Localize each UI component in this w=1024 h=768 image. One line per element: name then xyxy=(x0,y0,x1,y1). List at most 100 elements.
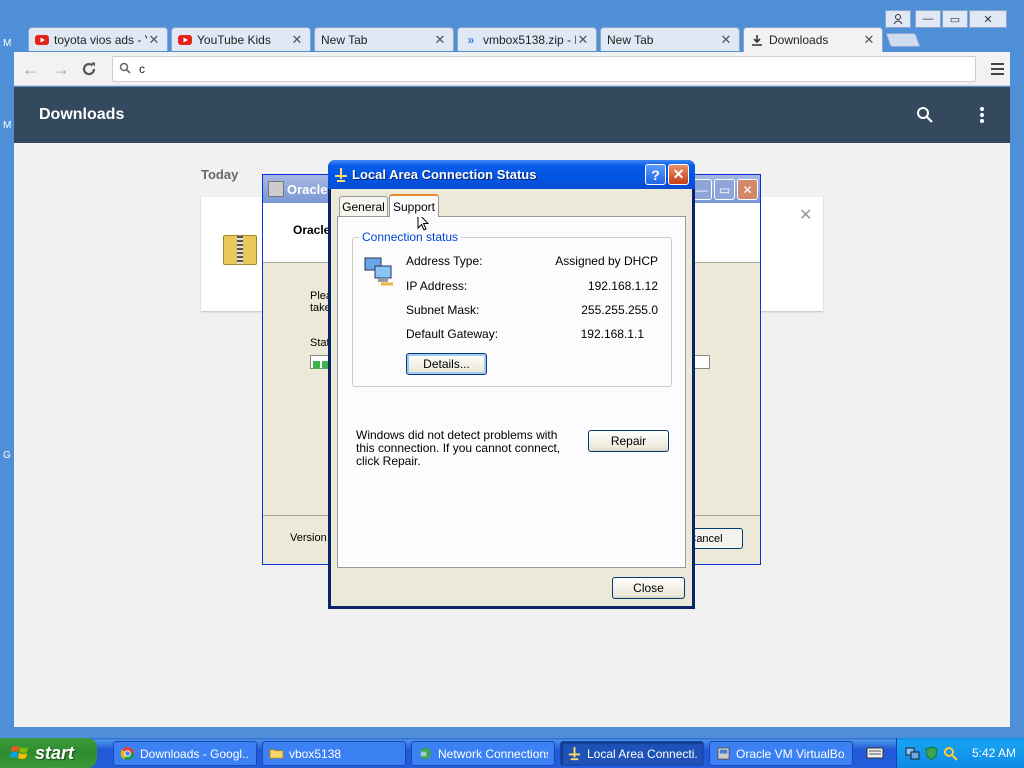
chrome-menu-button[interactable] xyxy=(986,59,1008,79)
group-label: Connection status xyxy=(359,230,462,244)
taskbar: start Downloads - Googl... vbox5138 Netw… xyxy=(0,738,1024,768)
tab-title: Downloads xyxy=(769,33,829,47)
tab-title: New Tab xyxy=(607,32,654,47)
close-button[interactable]: ✕ xyxy=(668,164,689,185)
diagnostic-message: Windows did not detect problems with thi… xyxy=(356,428,561,468)
taskbar-item-chrome[interactable]: Downloads - Googl... xyxy=(113,741,257,766)
row-value: 192.168.1.1 xyxy=(580,327,644,341)
row-value: 255.255.255.0 xyxy=(581,303,658,317)
back-button[interactable]: ← xyxy=(20,58,42,80)
chrome-icon xyxy=(120,746,135,761)
close-dialog-button[interactable]: Close xyxy=(612,577,685,599)
taskbar-item-vbox-folder[interactable]: vbox5138 xyxy=(262,741,406,766)
browser-toolbar: ← → c xyxy=(14,52,1010,86)
close-button[interactable]: ✕ xyxy=(737,179,758,200)
search-tray-icon[interactable] xyxy=(943,746,958,761)
remove-download-icon[interactable]: ✕ xyxy=(799,205,812,225)
row-label: Default Gateway: xyxy=(406,327,499,341)
lan-icon xyxy=(568,746,581,761)
omnibox-text[interactable]: c xyxy=(139,62,145,76)
taskbar-item-local-area-connection[interactable]: Local Area Connecti... xyxy=(560,741,704,766)
tab-strip: toyota vios ads - Y ✕ YouTube Kids ✕ New… xyxy=(0,0,1024,54)
tab-close-icon[interactable]: ✕ xyxy=(862,32,876,48)
desktop-icon-fragment: G xyxy=(3,450,11,461)
tab-support[interactable]: Support xyxy=(389,194,439,217)
zip-file-icon xyxy=(223,235,257,265)
tab-close-icon[interactable]: ✕ xyxy=(290,32,304,48)
tab-close-icon[interactable]: ✕ xyxy=(719,32,733,48)
tab-toyota-vios[interactable]: toyota vios ads - Y ✕ xyxy=(28,27,168,51)
row-label: Address Type: xyxy=(406,254,483,268)
folder-icon xyxy=(269,749,284,759)
maximize-button[interactable]: ▭ xyxy=(714,179,735,200)
search-icon xyxy=(119,62,135,77)
tab-youtube-kids[interactable]: YouTube Kids ✕ xyxy=(171,27,311,51)
youtube-icon xyxy=(35,33,49,47)
start-label: start xyxy=(35,742,75,763)
details-button[interactable]: Details... xyxy=(406,353,487,375)
installer-title: Oracle xyxy=(287,182,328,197)
connection-status-group: Connection status Address Type: Assigned… xyxy=(352,230,672,387)
tab-vmbox-zip[interactable]: » vmbox5138.zip - M ✕ xyxy=(457,27,597,51)
keyboard-icon[interactable] xyxy=(866,746,884,760)
start-button[interactable]: start xyxy=(0,738,97,768)
taskbar-item-label: vbox5138 xyxy=(289,746,342,761)
taskbar-item-label: Local Area Connecti... xyxy=(587,746,697,761)
network-icon xyxy=(419,747,432,760)
dialog-titlebar: Local Area Connection Status ? ✕ xyxy=(328,160,695,189)
maximize-button[interactable]: ▭ xyxy=(942,10,968,28)
network-tray-icon[interactable] xyxy=(905,746,920,761)
taskbar-item-label: Downloads - Googl... xyxy=(140,746,250,761)
repair-button[interactable]: Repair xyxy=(588,430,669,452)
local-area-connection-dialog: Local Area Connection Status ? ✕ General… xyxy=(328,160,695,609)
downloads-header: Downloads xyxy=(14,87,1010,143)
installer-icon xyxy=(268,181,284,197)
reload-button[interactable] xyxy=(78,58,100,80)
dialog-body: General Support Connection status Addres… xyxy=(331,189,692,606)
tab-new-tab-2[interactable]: New Tab ✕ xyxy=(600,27,740,51)
omnibox[interactable]: c xyxy=(112,56,976,82)
tab-close-icon[interactable]: ✕ xyxy=(147,32,161,48)
tab-title: vmbox5138.zip - M xyxy=(483,32,576,47)
tab-title: toyota vios ads - Y xyxy=(54,32,147,47)
search-icon[interactable] xyxy=(916,106,934,124)
installer-heading: Oracle xyxy=(293,223,331,237)
support-panel: Connection status Address Type: Assigned… xyxy=(337,216,686,568)
installer-version-label: Version xyxy=(290,532,327,544)
window-close-button[interactable]: ✕ xyxy=(969,10,1007,28)
page-title: Downloads xyxy=(39,106,125,123)
row-value: Assigned by DHCP xyxy=(555,254,658,268)
double-chevron-icon: » xyxy=(467,32,475,47)
installer-status-label: Stat xyxy=(310,337,330,349)
dialog-title: Local Area Connection Status xyxy=(352,167,537,182)
tab-close-icon[interactable]: ✕ xyxy=(576,32,590,48)
minimize-button[interactable]: — xyxy=(915,10,941,28)
desktop-icon-fragment: M xyxy=(3,38,12,49)
windows-logo-icon xyxy=(10,746,28,759)
tab-close-icon[interactable]: ✕ xyxy=(433,32,447,48)
network-computers-icon xyxy=(364,257,393,286)
help-button[interactable]: ? xyxy=(645,164,666,185)
new-tab-button[interactable] xyxy=(885,33,921,47)
lan-icon xyxy=(335,168,347,182)
tab-title: YouTube Kids xyxy=(197,32,271,47)
row-label: Subnet Mask: xyxy=(406,303,480,317)
security-tray-icon[interactable] xyxy=(924,745,939,761)
taskbar-item-network-connections[interactable]: Network Connections xyxy=(411,741,555,766)
row-value: 192.168.1.12 xyxy=(587,279,658,293)
tab-downloads[interactable]: Downloads ✕ xyxy=(743,27,883,52)
download-icon xyxy=(750,33,764,47)
forward-button[interactable]: → xyxy=(50,58,72,80)
taskbar-item-virtualbox-installer[interactable]: Oracle VM VirtualBo... xyxy=(709,741,853,766)
system-tray: 5:42 AM xyxy=(896,738,1024,768)
desktop-icon-fragment: M xyxy=(3,120,12,131)
tab-general[interactable]: General xyxy=(339,196,388,216)
taskbar-item-label: Oracle VM VirtualBo... xyxy=(736,746,846,761)
profile-icon[interactable] xyxy=(885,10,911,28)
more-options-icon[interactable] xyxy=(980,107,984,123)
youtube-icon xyxy=(178,33,192,47)
clock[interactable]: 5:42 AM xyxy=(972,746,1016,760)
taskbar-item-label: Network Connections xyxy=(438,746,548,761)
tab-title: New Tab xyxy=(321,32,368,47)
tab-new-tab[interactable]: New Tab ✕ xyxy=(314,27,454,51)
